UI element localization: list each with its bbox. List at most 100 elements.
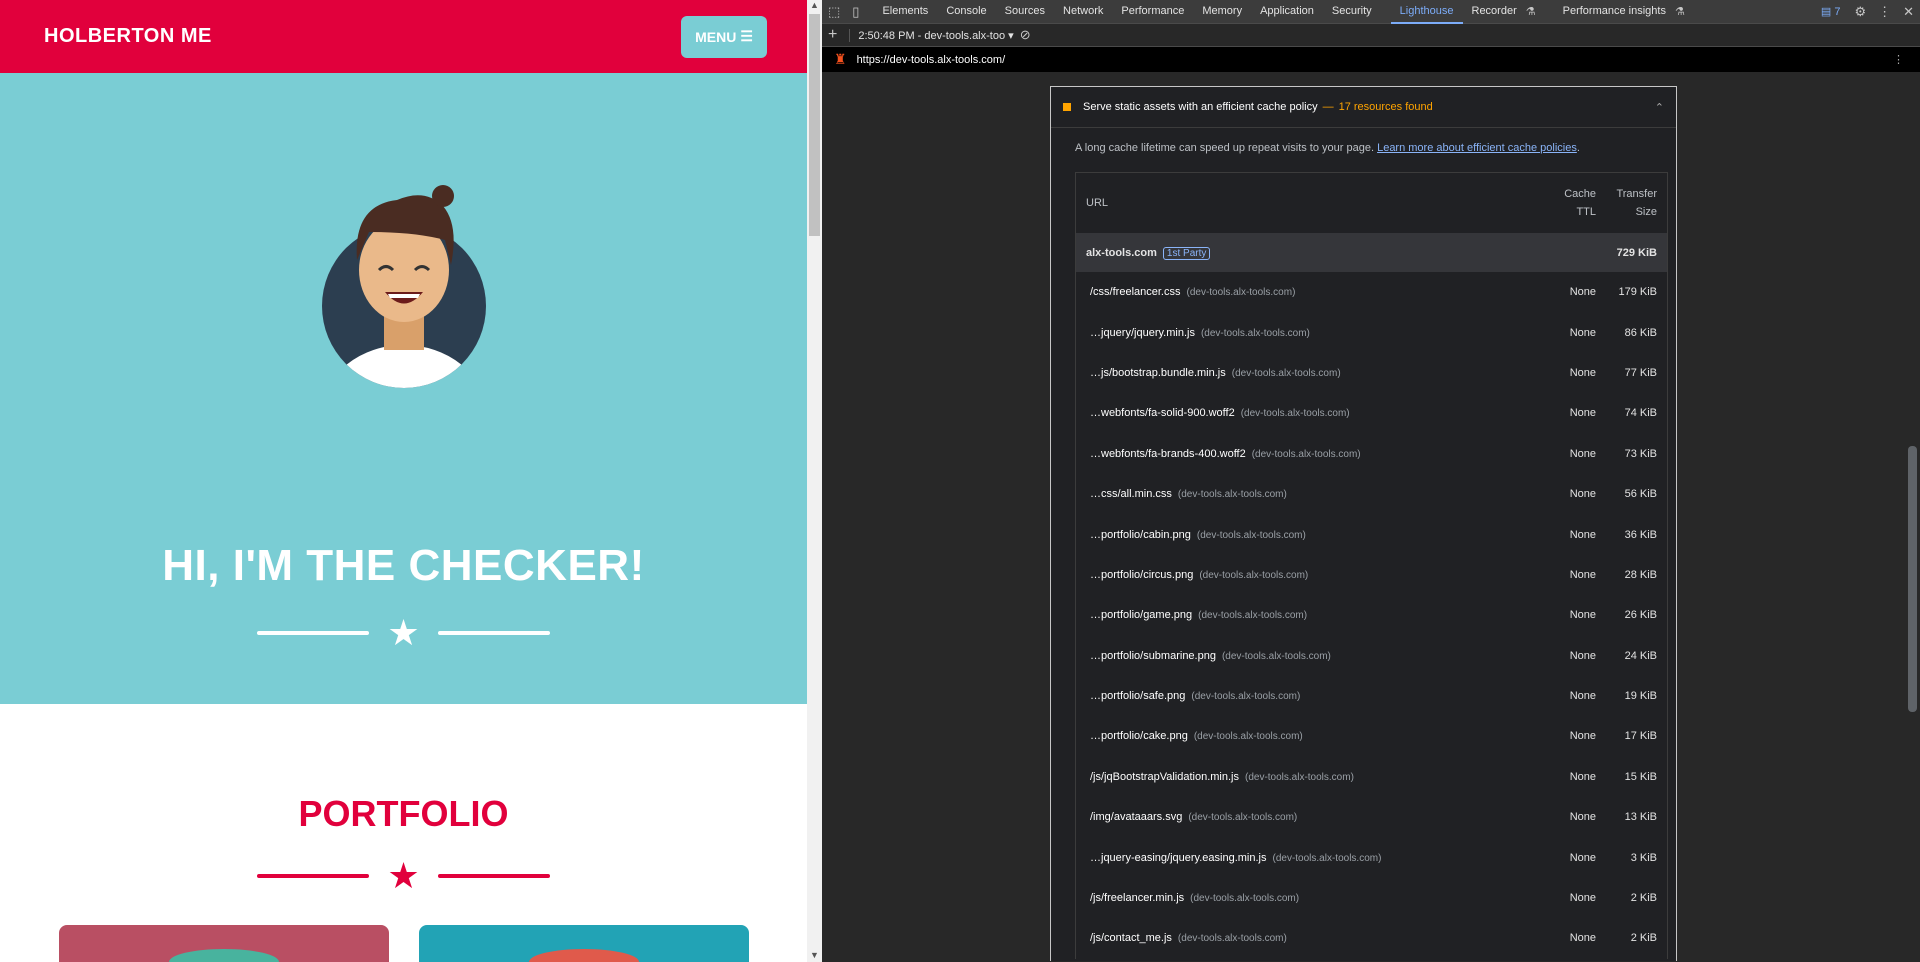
- transfer-size: 17 KiB: [1624, 730, 1657, 743]
- collapse-chevron-icon[interactable]: ⌃: [1655, 101, 1664, 114]
- resource-url-cell: …portfolio/cake.png (dev-tools.alx-tools.…: [1076, 730, 1526, 742]
- resource-url[interactable]: /js/contact_me.js: [1086, 932, 1172, 944]
- scroll-down-icon[interactable]: ▼: [810, 950, 819, 960]
- resource-url[interactable]: /js/jqBootstrapValidation.min.js: [1086, 771, 1239, 783]
- resource-url[interactable]: …portfolio/cabin.png: [1086, 529, 1191, 541]
- tab-lighthouse[interactable]: Lighthouse: [1390, 0, 1463, 24]
- tab-performance-insights[interactable]: Performance insights: [1554, 0, 1675, 24]
- cache-ttl: None: [1569, 851, 1596, 864]
- tab-memory[interactable]: Memory: [1193, 0, 1251, 24]
- report-menu-icon[interactable]: ⋮: [1893, 53, 1904, 66]
- resource-url[interactable]: /js/freelancer.min.js: [1086, 892, 1184, 904]
- menu-label: MENU: [695, 28, 737, 45]
- cache-ttl: None: [1569, 286, 1596, 299]
- description-text: A long cache lifetime can speed up repea…: [1075, 142, 1375, 154]
- header-transfer-size: Transfer Size: [1596, 185, 1667, 221]
- resource-url[interactable]: …portfolio/game.png: [1086, 609, 1192, 621]
- device-toolbar-icon[interactable]: ▯: [846, 4, 865, 20]
- header-url: URL: [1086, 197, 1109, 209]
- resource-url-cell: …js/bootstrap.bundle.min.js (dev-tools.al…: [1076, 367, 1526, 379]
- resource-url[interactable]: …portfolio/safe.png: [1086, 690, 1185, 702]
- learn-more-link[interactable]: Learn more about efficient cache policie…: [1377, 142, 1577, 154]
- resource-url[interactable]: …portfolio/circus.png: [1086, 569, 1193, 581]
- table-row: /js/jqBootstrapValidation.min.js (dev-too…: [1076, 757, 1667, 797]
- scroll-up-icon[interactable]: ▲: [810, 0, 819, 10]
- divider-line: [257, 874, 369, 878]
- table-row: /js/contact_me.js (dev-tools.alx-tools.co…: [1076, 918, 1667, 958]
- resource-url-cell: /js/contact_me.js (dev-tools.alx-tools.co…: [1076, 932, 1526, 944]
- tab-console[interactable]: Console: [937, 0, 995, 24]
- resource-url[interactable]: …jquery/jquery.min.js: [1086, 327, 1195, 339]
- table-row: …jquery/jquery.min.js (dev-tools.alx-tool…: [1076, 312, 1667, 352]
- tab-recorder[interactable]: Recorder: [1463, 0, 1526, 24]
- cache-ttl: None: [1569, 811, 1596, 824]
- site-scrollbar[interactable]: ▲ ▼: [807, 0, 822, 962]
- resource-url[interactable]: …portfolio/submarine.png: [1086, 650, 1216, 662]
- more-options-icon[interactable]: ⋮: [1872, 4, 1897, 20]
- transfer-size: 15 KiB: [1624, 770, 1657, 783]
- resource-host: (dev-tools.alx-tools.com): [1191, 691, 1301, 703]
- resource-url[interactable]: …jquery-easing/jquery.easing.min.js: [1086, 852, 1267, 864]
- scrollbar-thumb[interactable]: [809, 14, 820, 236]
- header-cache-ttl: Cache TTL: [1526, 185, 1596, 221]
- group-entity: alx-tools.com 1st Party: [1076, 246, 1547, 260]
- resource-host: (dev-tools.alx-tools.com): [1244, 771, 1354, 783]
- transfer-size: 24 KiB: [1624, 649, 1657, 662]
- devtools-scrollbar[interactable]: [1904, 74, 1920, 962]
- divider-line: [438, 874, 550, 878]
- resource-host: (dev-tools.alx-tools.com): [1200, 327, 1310, 339]
- cache-ttl: None: [1569, 730, 1596, 743]
- resource-url[interactable]: …js/bootstrap.bundle.min.js: [1086, 367, 1226, 379]
- resource-host: (dev-tools.alx-tools.com): [1240, 408, 1350, 420]
- scrollbar-thumb[interactable]: [1908, 446, 1917, 712]
- close-icon[interactable]: ✕: [1897, 4, 1920, 20]
- new-report-plus-icon[interactable]: +: [822, 26, 843, 44]
- tab-elements[interactable]: Elements: [873, 0, 937, 24]
- star-icon: ★: [387, 612, 420, 653]
- resource-url[interactable]: /img/avataaars.svg: [1086, 811, 1182, 823]
- report-selector[interactable]: 2:50:48 PM - dev-tools.alx-too ▾: [849, 28, 1014, 42]
- resource-url[interactable]: …portfolio/cake.png: [1086, 730, 1188, 742]
- resource-url[interactable]: /css/freelancer.css: [1086, 286, 1180, 298]
- resource-host: (dev-tools.alx-tools.com): [1190, 893, 1300, 905]
- tab-security[interactable]: Security: [1323, 0, 1381, 24]
- cache-ttl: None: [1569, 366, 1596, 379]
- inspect-element-icon[interactable]: ⬚: [822, 4, 846, 20]
- hero-section: HI, I'M THE CHECKER! ★: [0, 73, 807, 704]
- header-size-line1: Transfer: [1616, 188, 1657, 200]
- resource-url-cell: /js/jqBootstrapValidation.min.js (dev-too…: [1076, 771, 1526, 783]
- table-row: /css/freelancer.css (dev-tools.alx-tools.…: [1076, 272, 1667, 312]
- cache-ttl: None: [1569, 649, 1596, 662]
- tab-performance[interactable]: Performance: [1112, 0, 1193, 24]
- resource-url[interactable]: …webfonts/fa-brands-400.woff2: [1086, 448, 1246, 460]
- issues-badge[interactable]: ▤ 7: [1821, 5, 1841, 18]
- portfolio-card-cake[interactable]: [419, 925, 749, 962]
- clear-reports-icon[interactable]: ⊘: [1014, 27, 1037, 43]
- cache-ttl: None: [1569, 528, 1596, 541]
- audit-header[interactable]: Serve static assets with an efficient ca…: [1051, 87, 1676, 128]
- resource-url-cell: …portfolio/submarine.png (dev-tools.alx-t…: [1076, 650, 1526, 662]
- menu-button[interactable]: MENU ☰: [681, 15, 767, 58]
- resource-host: (dev-tools.alx-tools.com): [1188, 812, 1298, 824]
- transfer-size: 179 KiB: [1618, 286, 1657, 299]
- resource-url-cell: …portfolio/safe.png (dev-tools.alx-tools.…: [1076, 690, 1526, 702]
- group-row: alx-tools.com 1st Party 729 KiB: [1076, 233, 1667, 272]
- devtools-tabbar: ⬚ ▯ Elements Console Sources Network Per…: [822, 0, 1920, 24]
- site-brand[interactable]: HOLBERTON ME: [44, 25, 212, 48]
- group-name: alx-tools.com: [1086, 246, 1157, 259]
- cache-ttl: None: [1569, 770, 1596, 783]
- tab-application[interactable]: Application: [1251, 0, 1323, 24]
- table-row: …css/all.min.css (dev-tools.alx-tools.com…: [1076, 474, 1667, 514]
- resource-url[interactable]: …webfonts/fa-solid-900.woff2: [1086, 407, 1235, 419]
- resource-url-cell: /css/freelancer.css (dev-tools.alx-tools.…: [1076, 286, 1526, 298]
- settings-gear-icon[interactable]: ⚙: [1848, 4, 1872, 20]
- portfolio-card-cabin[interactable]: [59, 925, 389, 962]
- portfolio-divider: ★: [257, 858, 550, 894]
- tab-sources[interactable]: Sources: [996, 0, 1054, 24]
- resource-host: (dev-tools.alx-tools.com): [1196, 529, 1306, 541]
- resource-host: (dev-tools.alx-tools.com): [1186, 287, 1296, 299]
- table-row: …webfonts/fa-solid-900.woff2 (dev-tools.a…: [1076, 393, 1667, 433]
- table-row: …js/bootstrap.bundle.min.js (dev-tools.al…: [1076, 353, 1667, 393]
- resource-url[interactable]: …css/all.min.css: [1086, 488, 1172, 500]
- tab-network[interactable]: Network: [1054, 0, 1112, 24]
